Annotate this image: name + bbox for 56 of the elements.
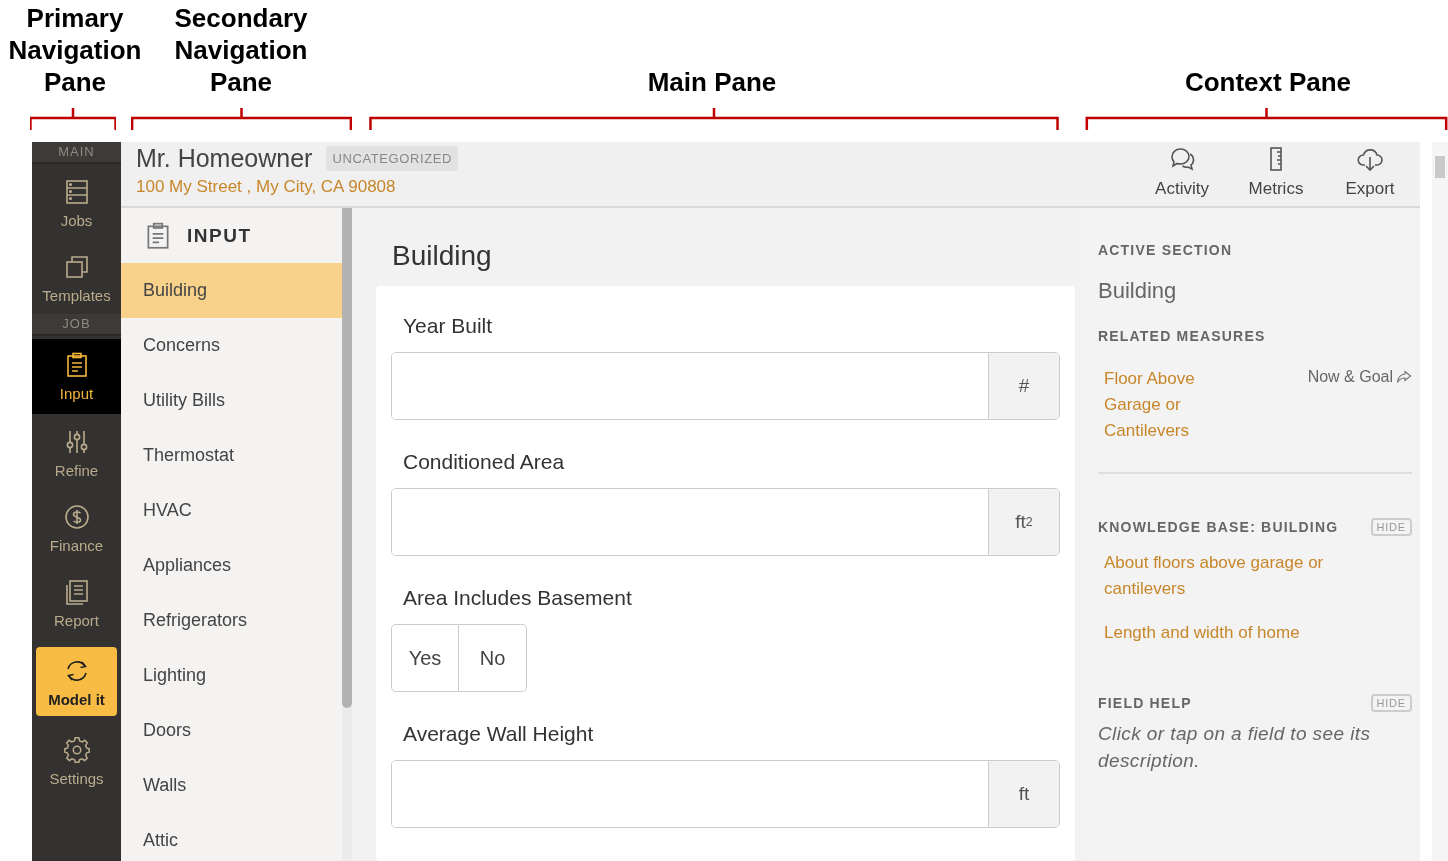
page-title: Building [392,240,493,272]
toolbar-button[interactable]: Export [1324,142,1416,206]
scrollbar-thumb[interactable] [342,208,352,708]
nav-item[interactable]: HVAC [121,483,342,538]
nav-item[interactable]: Lighting [121,648,342,703]
status-badge: UNCATEGORIZED [326,146,458,171]
annotation-label: Context Pane [1184,66,1352,98]
annotation-label: Secondary Navigation Pane [173,2,309,98]
dollar-icon [62,503,91,531]
section-heading: FIELD HELP [1098,695,1192,711]
nav-item[interactable]: Walls [121,758,342,813]
chat-icon [1168,145,1196,173]
toggle-button[interactable]: No [459,624,527,692]
customer-name: Mr. Homeowner [136,144,313,173]
field-label: Area Includes Basement [403,586,633,610]
nav-item[interactable]: Thermostat [121,428,342,483]
nav-item[interactable]: Report [32,564,121,639]
nav-item[interactable]: Attic [121,813,342,861]
unit-label: ft [988,761,1059,827]
unit-label: # [988,353,1059,419]
annotation-label: Main Pane [647,66,777,98]
nav-item[interactable]: Settings [32,722,121,797]
section-heading: ACTIVE SECTION [1098,242,1233,258]
nav-item[interactable]: Appliances [121,538,342,593]
field-label: Average Wall Height [403,722,595,746]
nav-item[interactable]: Doors [121,703,342,758]
input-field[interactable]: ft [391,760,1060,828]
annotation-label: Primary Navigation Pane [7,2,143,98]
help-text: Click or tap on a field to see its description. [1098,722,1372,773]
nav-item[interactable]: Finance [32,489,121,564]
active-section-name: Building [1098,278,1178,304]
input-field[interactable]: # [391,352,1060,420]
section-heading: RELATED MEASURES [1098,328,1266,344]
scrollbar-thumb[interactable] [1435,156,1445,178]
field-label: Year Built [403,314,494,338]
nav-item[interactable]: Jobs [32,164,121,239]
toggle-button[interactable]: Yes [391,624,459,692]
nav-item[interactable]: Refrigerators [121,593,342,648]
nav-item[interactable]: Refine [32,414,121,489]
field-label: Conditioned Area [403,450,566,474]
section-heading: INPUT [187,224,252,247]
nav-section-heading: MAIN [32,142,121,164]
toolbar-button[interactable]: Activity [1136,142,1228,206]
share-icon [1396,370,1412,384]
nav-item[interactable]: Utility Bills [121,373,342,428]
goal-link[interactable]: Now & Goal [1307,366,1412,386]
toolbar-button[interactable]: Metrics [1230,142,1322,206]
nav-item[interactable]: Concerns [121,318,342,373]
address-text: 100 My Street , My City, CA 90808 [136,177,397,197]
section-heading: KNOWLEDGE BASE: BUILDING [1098,519,1339,535]
model-it-button[interactable]: Model it [36,647,117,716]
nav-item[interactable]: Input [32,339,121,414]
nav-item[interactable]: Building [121,263,342,318]
nav-item[interactable]: Templates [32,239,121,314]
nav-section-heading: JOB [32,314,121,336]
settings-icon [62,736,91,764]
